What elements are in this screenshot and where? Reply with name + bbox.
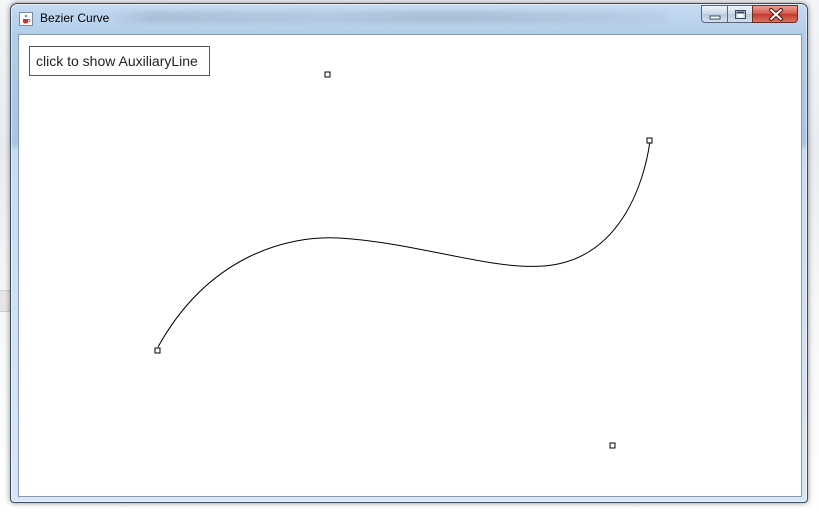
drawing-canvas[interactable]: click to show AuxiliaryLine (18, 34, 802, 497)
app-window: Bezier Curve click to show AuxiliaryLine (10, 3, 808, 503)
start-point-handle[interactable] (154, 347, 161, 354)
control-point-2-handle[interactable] (609, 442, 616, 449)
maximize-button[interactable] (727, 5, 752, 23)
minimize-button[interactable] (701, 5, 727, 23)
java-cup-icon[interactable] (19, 12, 33, 26)
minimize-icon (709, 15, 721, 20)
show-auxiliary-line-button[interactable]: click to show AuxiliaryLine (29, 46, 210, 76)
title-bar[interactable]: Bezier Curve (11, 4, 807, 34)
title-bar-background-blur (106, 11, 666, 23)
close-icon (769, 8, 783, 21)
end-point-handle[interactable] (646, 137, 653, 144)
control-point-1-handle[interactable] (324, 71, 331, 78)
window-title: Bezier Curve (40, 11, 110, 25)
maximize-icon (735, 10, 746, 19)
bezier-canvas[interactable] (19, 35, 801, 496)
bezier-curve (157, 140, 651, 348)
close-button[interactable] (752, 5, 798, 23)
